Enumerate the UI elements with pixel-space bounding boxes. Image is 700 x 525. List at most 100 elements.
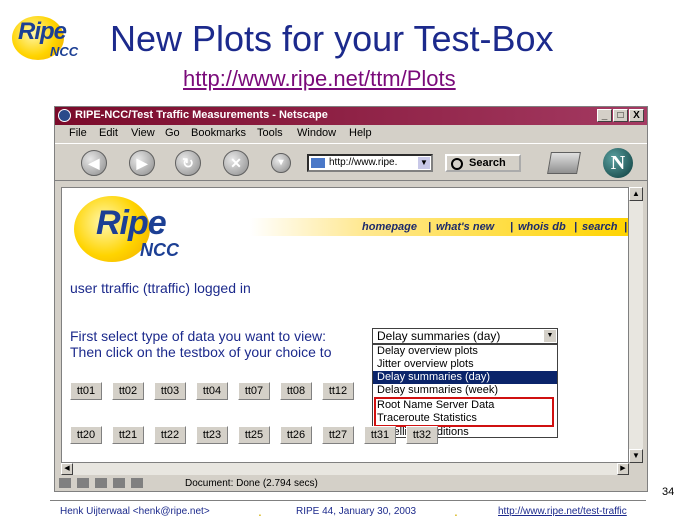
horizontal-scrollbar[interactable]: ◀ ▶: [61, 463, 629, 475]
option-delay-summaries-week[interactable]: Delay summaries (week): [373, 384, 557, 397]
testbox-button-tt27[interactable]: tt27: [322, 426, 354, 444]
data-type-select[interactable]: Delay summaries (day) ▼: [372, 328, 558, 344]
slide-url-link[interactable]: http://www.ripe.net/ttm/Plots: [183, 66, 456, 92]
page-icon: [311, 158, 325, 168]
page-number: 34: [662, 486, 675, 498]
menu-edit[interactable]: Edit: [99, 127, 118, 139]
slide-title: New Plots for your Test-Box: [110, 18, 554, 59]
scroll-left-icon[interactable]: ◀: [61, 463, 73, 475]
menu-bookmarks[interactable]: Bookmarks: [191, 127, 246, 139]
nav-separator: |: [624, 221, 628, 233]
testbox-button-tt03[interactable]: tt03: [154, 382, 186, 400]
menu-bar: File Edit View Go Bookmarks Tools Window…: [55, 125, 647, 143]
login-status: user ttraffic (ttraffic) logged in: [70, 280, 251, 296]
menu-help[interactable]: Help: [349, 127, 372, 139]
nav-link-homepage[interactable]: homepage: [362, 221, 417, 233]
netscape-window-icon: [58, 109, 71, 122]
option-satellite-conditions[interactable]: Satellite conditions: [373, 426, 557, 437]
nav-link-whois-db[interactable]: whois db: [518, 221, 566, 233]
search-icon: [451, 158, 463, 170]
menu-window[interactable]: Window: [297, 127, 336, 139]
page-logo-ripe-text: Ripe: [96, 204, 167, 242]
testbox-button-tt25[interactable]: tt25: [238, 426, 270, 444]
nav-link-whats-new[interactable]: what's new: [436, 221, 494, 233]
testbox-button-tt20[interactable]: tt20: [70, 426, 102, 444]
testbox-button-tt12[interactable]: tt12: [322, 382, 354, 400]
option-delay-overview-plots[interactable]: Delay overview plots: [373, 345, 557, 358]
back-icon[interactable]: ◀: [81, 150, 107, 176]
close-button[interactable]: X: [629, 109, 644, 122]
new-plots-highlight-box: [374, 397, 554, 427]
chevron-down-icon[interactable]: ▼: [544, 330, 556, 342]
menu-tools[interactable]: Tools: [257, 127, 283, 139]
option-jitter-overview-plots[interactable]: Jitter overview plots: [373, 358, 557, 371]
print-icon[interactable]: [547, 152, 581, 174]
navigator-icon[interactable]: [59, 478, 71, 488]
forward-icon[interactable]: ▶: [129, 150, 155, 176]
stop-icon[interactable]: ✕: [223, 150, 249, 176]
maximize-button[interactable]: □: [613, 109, 628, 122]
scroll-down-icon[interactable]: ▼: [629, 449, 643, 463]
footer-divider: [50, 500, 646, 501]
netscape-logo-icon[interactable]: N: [603, 148, 633, 178]
testbox-button-tt26[interactable]: tt26: [280, 426, 312, 444]
status-component-icons[interactable]: [59, 478, 169, 490]
instructions: First select type of data you want to vi…: [70, 328, 331, 360]
menu-view[interactable]: View: [131, 127, 155, 139]
window-title: RIPE-NCC/Test Traffic Measurements - Net…: [75, 109, 328, 121]
navigation-toolbar: ◀ ▶ ↻ ✕ ▾ http://www.ripe. ▼ Search N: [55, 143, 647, 181]
minimize-button[interactable]: _: [597, 109, 612, 122]
page-nav-bar: homepage | what's new | whois db | searc…: [250, 218, 628, 236]
testbox-button-tt21[interactable]: tt21: [112, 426, 144, 444]
testbox-button-tt08[interactable]: tt08: [280, 382, 312, 400]
data-type-selected-value: Delay summaries (day): [377, 329, 501, 343]
nav-separator: |: [510, 221, 514, 233]
data-type-options-list: Delay overview plots Jitter overview plo…: [372, 344, 558, 438]
footer-author: Henk Uijterwaal <henk@ripe.net>: [60, 506, 210, 517]
testbox-button-tt31[interactable]: tt31: [364, 426, 396, 444]
vertical-scrollbar[interactable]: ▲ ▼: [629, 187, 643, 463]
search-button-label: Search: [469, 157, 506, 169]
testbox-button-tt04[interactable]: tt04: [196, 382, 228, 400]
status-bar: Document: Done (2.794 secs): [55, 477, 647, 491]
instruction-line-2: Then click on the testbox of your choice…: [70, 344, 332, 360]
window-titlebar[interactable]: RIPE-NCC/Test Traffic Measurements - Net…: [55, 107, 647, 125]
testbox-button-tt01[interactable]: tt01: [70, 382, 102, 400]
menu-file[interactable]: File: [69, 127, 87, 139]
testbox-button-tt23[interactable]: tt23: [196, 426, 228, 444]
scroll-right-icon[interactable]: ▶: [617, 463, 629, 475]
status-text: Document: Done (2.794 secs): [185, 478, 318, 489]
security-icon[interactable]: [131, 478, 143, 488]
testbox-button-tt22[interactable]: tt22: [154, 426, 186, 444]
composer-icon[interactable]: [95, 478, 107, 488]
footer-link[interactable]: http://www.ripe.net/test-traffic: [498, 506, 627, 517]
footer-separator-dot: .: [258, 503, 262, 519]
logo-ncc-text: NCC: [50, 44, 79, 59]
footer-event: RIPE 44, January 30, 2003: [296, 506, 417, 517]
menu-go[interactable]: Go: [165, 127, 180, 139]
nav-separator: |: [574, 221, 578, 233]
testbox-button-tt02[interactable]: tt02: [112, 382, 144, 400]
footer-separator-dot: .: [454, 503, 458, 519]
url-history-dropdown-icon[interactable]: ▼: [418, 157, 430, 169]
nav-separator: |: [428, 221, 432, 233]
ripe-ncc-logo: Ripe NCC: [8, 6, 88, 64]
scroll-up-icon[interactable]: ▲: [629, 187, 643, 201]
address-book-icon[interactable]: [113, 478, 125, 488]
browser-window: RIPE-NCC/Test Traffic Measurements - Net…: [54, 106, 648, 492]
testbox-button-tt32[interactable]: tt32: [406, 426, 438, 444]
instruction-line-1: First select type of data you want to vi…: [70, 328, 327, 344]
url-value: http://www.ripe.: [329, 157, 398, 168]
page-content: Ripe NCC homepage | what's new | whois d…: [61, 187, 629, 463]
url-input[interactable]: http://www.ripe. ▼: [307, 154, 433, 172]
search-button[interactable]: Search: [445, 154, 521, 172]
option-delay-summaries-day[interactable]: Delay summaries (day): [373, 371, 557, 384]
mail-icon[interactable]: [77, 478, 89, 488]
logo-ripe-text: Ripe: [18, 18, 67, 45]
url-dropdown-icon[interactable]: ▾: [271, 153, 291, 173]
nav-link-search[interactable]: search: [582, 221, 617, 233]
reload-icon[interactable]: ↻: [175, 150, 201, 176]
page-ripe-ncc-logo[interactable]: Ripe NCC: [74, 196, 204, 262]
page-logo-ncc-text: NCC: [140, 240, 179, 260]
testbox-button-tt07[interactable]: tt07: [238, 382, 270, 400]
